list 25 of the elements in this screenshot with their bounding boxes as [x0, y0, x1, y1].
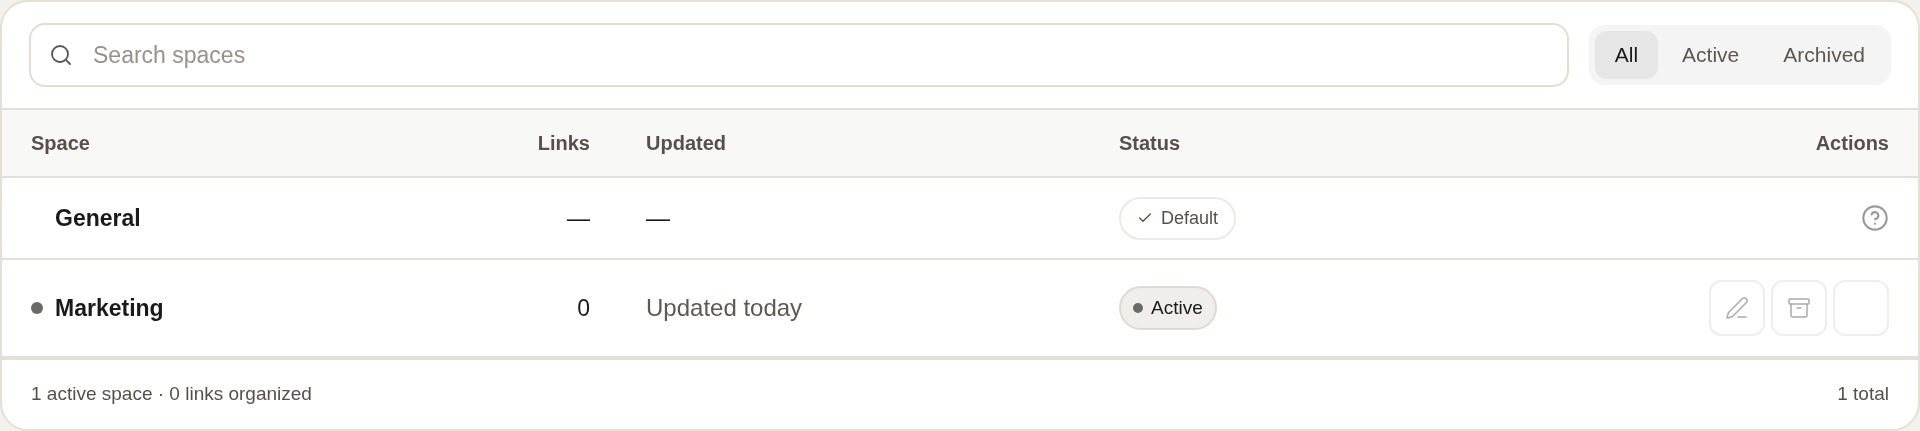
search-field[interactable]: Search spaces: [29, 23, 1569, 87]
filter-tab[interactable]: All: [1594, 31, 1659, 79]
filter-tab[interactable]: Active: [1662, 31, 1760, 79]
column-header: Links: [537, 132, 590, 154]
pencil-icon: [1725, 296, 1749, 320]
space-name: General: [55, 203, 141, 233]
space-name: Marketing: [55, 293, 164, 323]
status-badge: Active: [1119, 285, 1217, 331]
total-count: 1 total: [1837, 382, 1889, 407]
links-count: —: [567, 204, 590, 231]
summary-text: 1 active space · 0 links organized: [31, 382, 312, 407]
archive-button[interactable]: [1771, 280, 1827, 336]
column-header: Space: [31, 132, 90, 154]
default-badge: Default: [1119, 196, 1237, 240]
column-header: Status: [1119, 132, 1181, 154]
search-icon: [49, 43, 73, 67]
links-count: 0: [577, 294, 590, 321]
updated-text: —: [646, 204, 670, 231]
column-header: Actions: [1815, 132, 1889, 154]
column-header: Updated: [646, 132, 726, 154]
archive-icon: [1787, 296, 1811, 320]
updated-text: Updated today: [646, 294, 803, 321]
help-icon[interactable]: [1861, 204, 1889, 232]
edit-button[interactable]: [1709, 280, 1765, 336]
filter-tab[interactable]: Archived: [1763, 31, 1885, 79]
